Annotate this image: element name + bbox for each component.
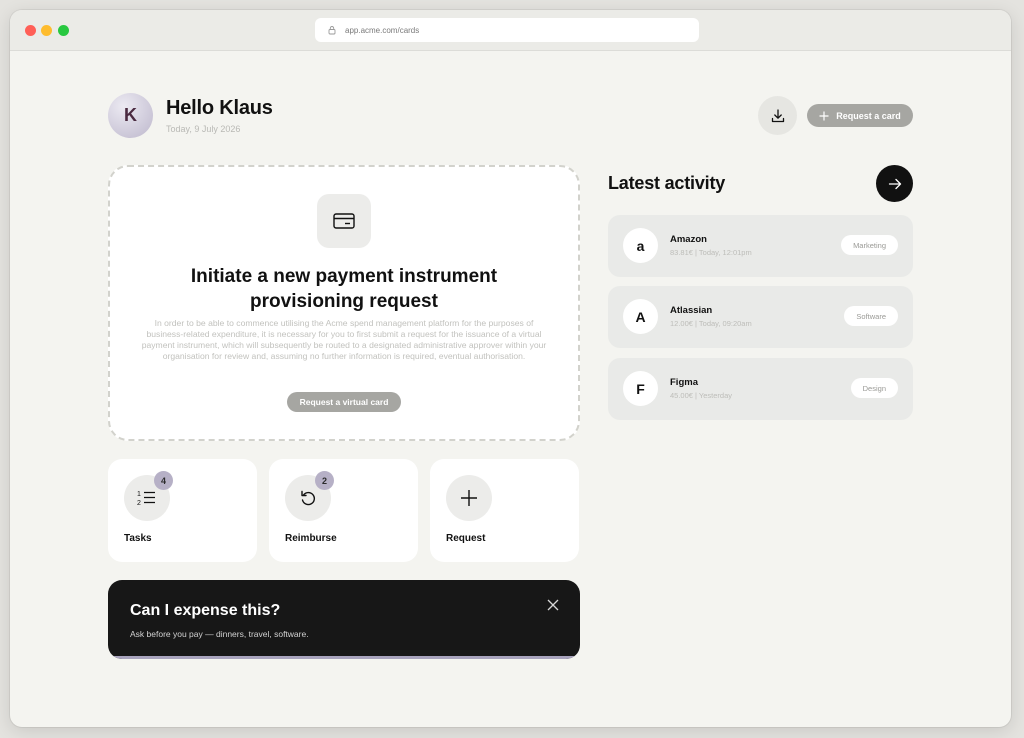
- view-all-activity-button[interactable]: [876, 165, 913, 202]
- page-title: Hello Klaus: [166, 97, 273, 119]
- category-tag[interactable]: Design: [850, 378, 898, 398]
- arrow-right-icon: [888, 178, 901, 189]
- tasks-tile[interactable]: 1 2 4 Tasks: [108, 459, 257, 562]
- transaction-meta: 45.00€ | Yesterday: [670, 391, 732, 400]
- avatar[interactable]: K: [108, 93, 153, 138]
- merchant-name: Amazon: [670, 234, 707, 245]
- merchant-logo: A: [623, 299, 658, 334]
- reimburse-tile[interactable]: 2 Reimburse: [269, 459, 418, 562]
- merchant-name: Figma: [670, 377, 698, 388]
- reimburse-label: Reimburse: [285, 533, 337, 544]
- close-icon[interactable]: [546, 598, 560, 612]
- request-virtual-card-button[interactable]: Request a virtual card: [287, 392, 401, 412]
- category-tag[interactable]: Marketing: [841, 235, 898, 255]
- activity-item-amazon[interactable]: a Amazon 83.81€ | Today, 12:01pm Marketi…: [608, 215, 913, 277]
- svg-text:2: 2: [137, 500, 141, 507]
- hero-description: In order to be able to commence utilisin…: [141, 318, 547, 361]
- request-card-button[interactable]: Request a card: [807, 104, 913, 127]
- browser-window: app.acme.com/cards K Hello Klaus Today, …: [10, 10, 1011, 727]
- reimburse-count-badge: 2: [315, 471, 334, 490]
- lock-icon: [328, 26, 336, 35]
- virtual-card-request-panel: Initiate a new payment instrument provis…: [108, 165, 580, 441]
- tasks-count-badge: 4: [154, 471, 173, 490]
- url-text: app.acme.com/cards: [345, 25, 420, 35]
- transaction-meta: 12.00€ | Today, 09:20am: [670, 319, 752, 328]
- minimize-window-button[interactable]: [41, 25, 52, 36]
- banner-subtitle: Ask before you pay — dinners, travel, so…: [130, 629, 309, 639]
- request-tile[interactable]: Request: [430, 459, 579, 562]
- date-label: Today, 9 July 2026: [166, 124, 241, 134]
- activity-item-figma[interactable]: F Figma 45.00€ | Yesterday Design: [608, 358, 913, 420]
- download-button[interactable]: [758, 96, 797, 135]
- merchant-logo: F: [623, 371, 658, 406]
- browser-titlebar: app.acme.com/cards: [10, 10, 1011, 51]
- transaction-meta: 83.81€ | Today, 12:01pm: [670, 248, 752, 257]
- maximize-window-button[interactable]: [58, 25, 69, 36]
- download-icon: [771, 108, 784, 122]
- category-tag[interactable]: Software: [844, 306, 898, 326]
- tasks-label: Tasks: [124, 533, 152, 544]
- svg-text:1: 1: [137, 491, 141, 498]
- request-card-label: Request a card: [836, 110, 901, 121]
- hero-title: Initiate a new payment instrument provis…: [190, 266, 498, 312]
- expense-help-banner[interactable]: Can I expense this? Ask before you pay —…: [108, 580, 580, 659]
- page-content: K Hello Klaus Today, 9 July 2026 Request…: [10, 51, 1011, 727]
- merchant-logo: a: [623, 228, 658, 263]
- merchant-name: Atlassian: [670, 305, 713, 316]
- plus-icon: [819, 111, 829, 120]
- activity-title: Latest activity: [608, 173, 726, 193]
- request-label: Request: [446, 533, 486, 544]
- address-bar[interactable]: app.acme.com/cards: [315, 18, 699, 42]
- banner-title: Can I expense this?: [130, 602, 281, 619]
- card-icon: [317, 194, 371, 248]
- plus-icon: [446, 475, 492, 521]
- close-window-button[interactable]: [25, 25, 36, 36]
- activity-item-atlassian[interactable]: A Atlassian 12.00€ | Today, 09:20am Soft…: [608, 286, 913, 348]
